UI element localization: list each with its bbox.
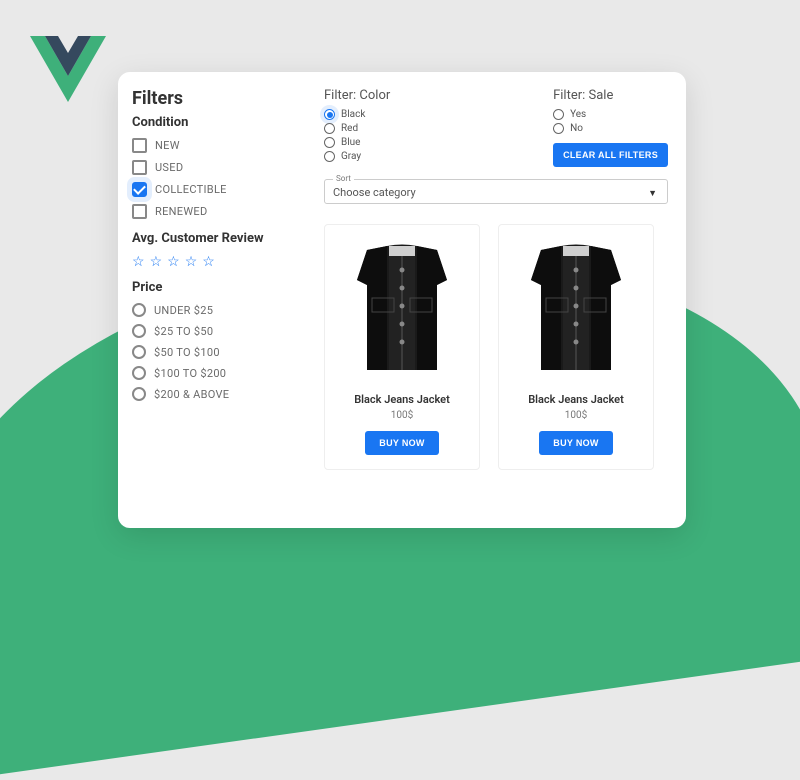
clear-all-filters-button[interactable]: CLEAR ALL FILTERS bbox=[553, 143, 668, 167]
star-rating[interactable]: ☆ ☆ ☆ ☆ ☆ bbox=[132, 254, 304, 270]
condition-option-collectible[interactable]: COLLECTIBLE bbox=[132, 182, 304, 197]
price-option-25-50[interactable]: $25 TO $50 bbox=[132, 324, 304, 338]
star-icon[interactable]: ☆ bbox=[150, 254, 163, 270]
review-heading: Avg. Customer Review bbox=[132, 231, 304, 246]
radio-label: $50 TO $100 bbox=[154, 346, 220, 359]
buy-now-button[interactable]: BUY NOW bbox=[365, 431, 438, 455]
color-option-black[interactable]: Black bbox=[324, 109, 390, 120]
radio-label: $25 TO $50 bbox=[154, 325, 213, 338]
radio-label: Blue bbox=[341, 137, 360, 148]
color-option-red[interactable]: Red bbox=[324, 123, 390, 134]
star-icon[interactable]: ☆ bbox=[132, 254, 145, 270]
product-card: Black Jeans Jacket 100$ BUY NOW bbox=[324, 224, 480, 470]
price-option-50-100[interactable]: $50 TO $100 bbox=[132, 345, 304, 359]
product-price: 100$ bbox=[565, 410, 587, 421]
radio-icon bbox=[324, 137, 335, 148]
condition-heading: Condition bbox=[132, 115, 304, 130]
sale-option-yes[interactable]: Yes bbox=[553, 109, 668, 120]
checkbox-icon bbox=[132, 160, 147, 175]
radio-icon bbox=[132, 366, 146, 380]
filter-color-heading: Filter: Color bbox=[324, 88, 390, 103]
star-icon[interactable]: ☆ bbox=[185, 254, 198, 270]
radio-icon bbox=[324, 123, 335, 134]
buy-now-button[interactable]: BUY NOW bbox=[539, 431, 612, 455]
price-option-under-25[interactable]: UNDER $25 bbox=[132, 303, 304, 317]
price-option-200-above[interactable]: $200 & ABOVE bbox=[132, 387, 304, 401]
condition-option-renewed[interactable]: RENEWED bbox=[132, 204, 304, 219]
radio-label: Black bbox=[341, 109, 365, 120]
filter-sale-group: Filter: Sale Yes No CLEAR ALL FILTERS bbox=[553, 88, 668, 167]
radio-label: Gray bbox=[341, 151, 361, 162]
checkbox-icon bbox=[132, 204, 147, 219]
radio-label: No bbox=[570, 123, 583, 134]
color-option-blue[interactable]: Blue bbox=[324, 137, 390, 148]
filter-panel-card: Filters Condition NEW USED COLLECTIBLE R… bbox=[118, 72, 686, 528]
checkbox-icon bbox=[132, 138, 147, 153]
star-icon[interactable]: ☆ bbox=[167, 254, 180, 270]
color-option-gray[interactable]: Gray bbox=[324, 151, 390, 162]
radio-icon bbox=[553, 109, 564, 120]
sale-option-no[interactable]: No bbox=[553, 123, 668, 134]
radio-label: Red bbox=[341, 123, 358, 134]
filter-sale-heading: Filter: Sale bbox=[553, 88, 668, 103]
product-price: 100$ bbox=[391, 410, 413, 421]
radio-label: $100 TO $200 bbox=[154, 367, 226, 380]
product-name: Black Jeans Jacket bbox=[528, 393, 624, 406]
radio-label: Yes bbox=[570, 109, 586, 120]
product-grid: Black Jeans Jacket 100$ BUY NOW bbox=[324, 224, 668, 470]
price-option-100-200[interactable]: $100 TO $200 bbox=[132, 366, 304, 380]
radio-icon bbox=[324, 151, 335, 162]
main-content: Filter: Color Black Red Blue Gray bbox=[318, 72, 686, 528]
filters-title: Filters bbox=[132, 88, 304, 109]
radio-label: UNDER $25 bbox=[154, 304, 213, 317]
radio-icon bbox=[553, 123, 564, 134]
sort-select-wrap[interactable]: Sort Choose category bbox=[324, 179, 668, 204]
radio-label: $200 & ABOVE bbox=[154, 388, 229, 401]
checkbox-label: RENEWED bbox=[155, 205, 207, 218]
radio-checked-icon bbox=[324, 109, 335, 120]
product-name: Black Jeans Jacket bbox=[354, 393, 450, 406]
price-heading: Price bbox=[132, 280, 304, 295]
radio-icon bbox=[132, 345, 146, 359]
filter-color-group: Filter: Color Black Red Blue Gray bbox=[324, 88, 390, 165]
star-icon[interactable]: ☆ bbox=[202, 254, 215, 270]
radio-icon bbox=[132, 303, 146, 317]
radio-icon bbox=[132, 324, 146, 338]
radio-icon bbox=[132, 387, 146, 401]
checkbox-label: COLLECTIBLE bbox=[155, 183, 227, 196]
product-card: Black Jeans Jacket 100$ BUY NOW bbox=[498, 224, 654, 470]
condition-option-used[interactable]: USED bbox=[132, 160, 304, 175]
checkbox-label: USED bbox=[155, 161, 183, 174]
checkbox-label: NEW bbox=[155, 139, 180, 152]
product-image bbox=[337, 237, 467, 383]
sidebar: Filters Condition NEW USED COLLECTIBLE R… bbox=[118, 72, 318, 528]
sort-select[interactable]: Choose category bbox=[333, 186, 659, 199]
sort-label: Sort bbox=[333, 174, 354, 183]
vue-logo bbox=[30, 36, 106, 106]
condition-option-new[interactable]: NEW bbox=[132, 138, 304, 153]
checkbox-checked-icon bbox=[132, 182, 147, 197]
product-image bbox=[511, 237, 641, 383]
